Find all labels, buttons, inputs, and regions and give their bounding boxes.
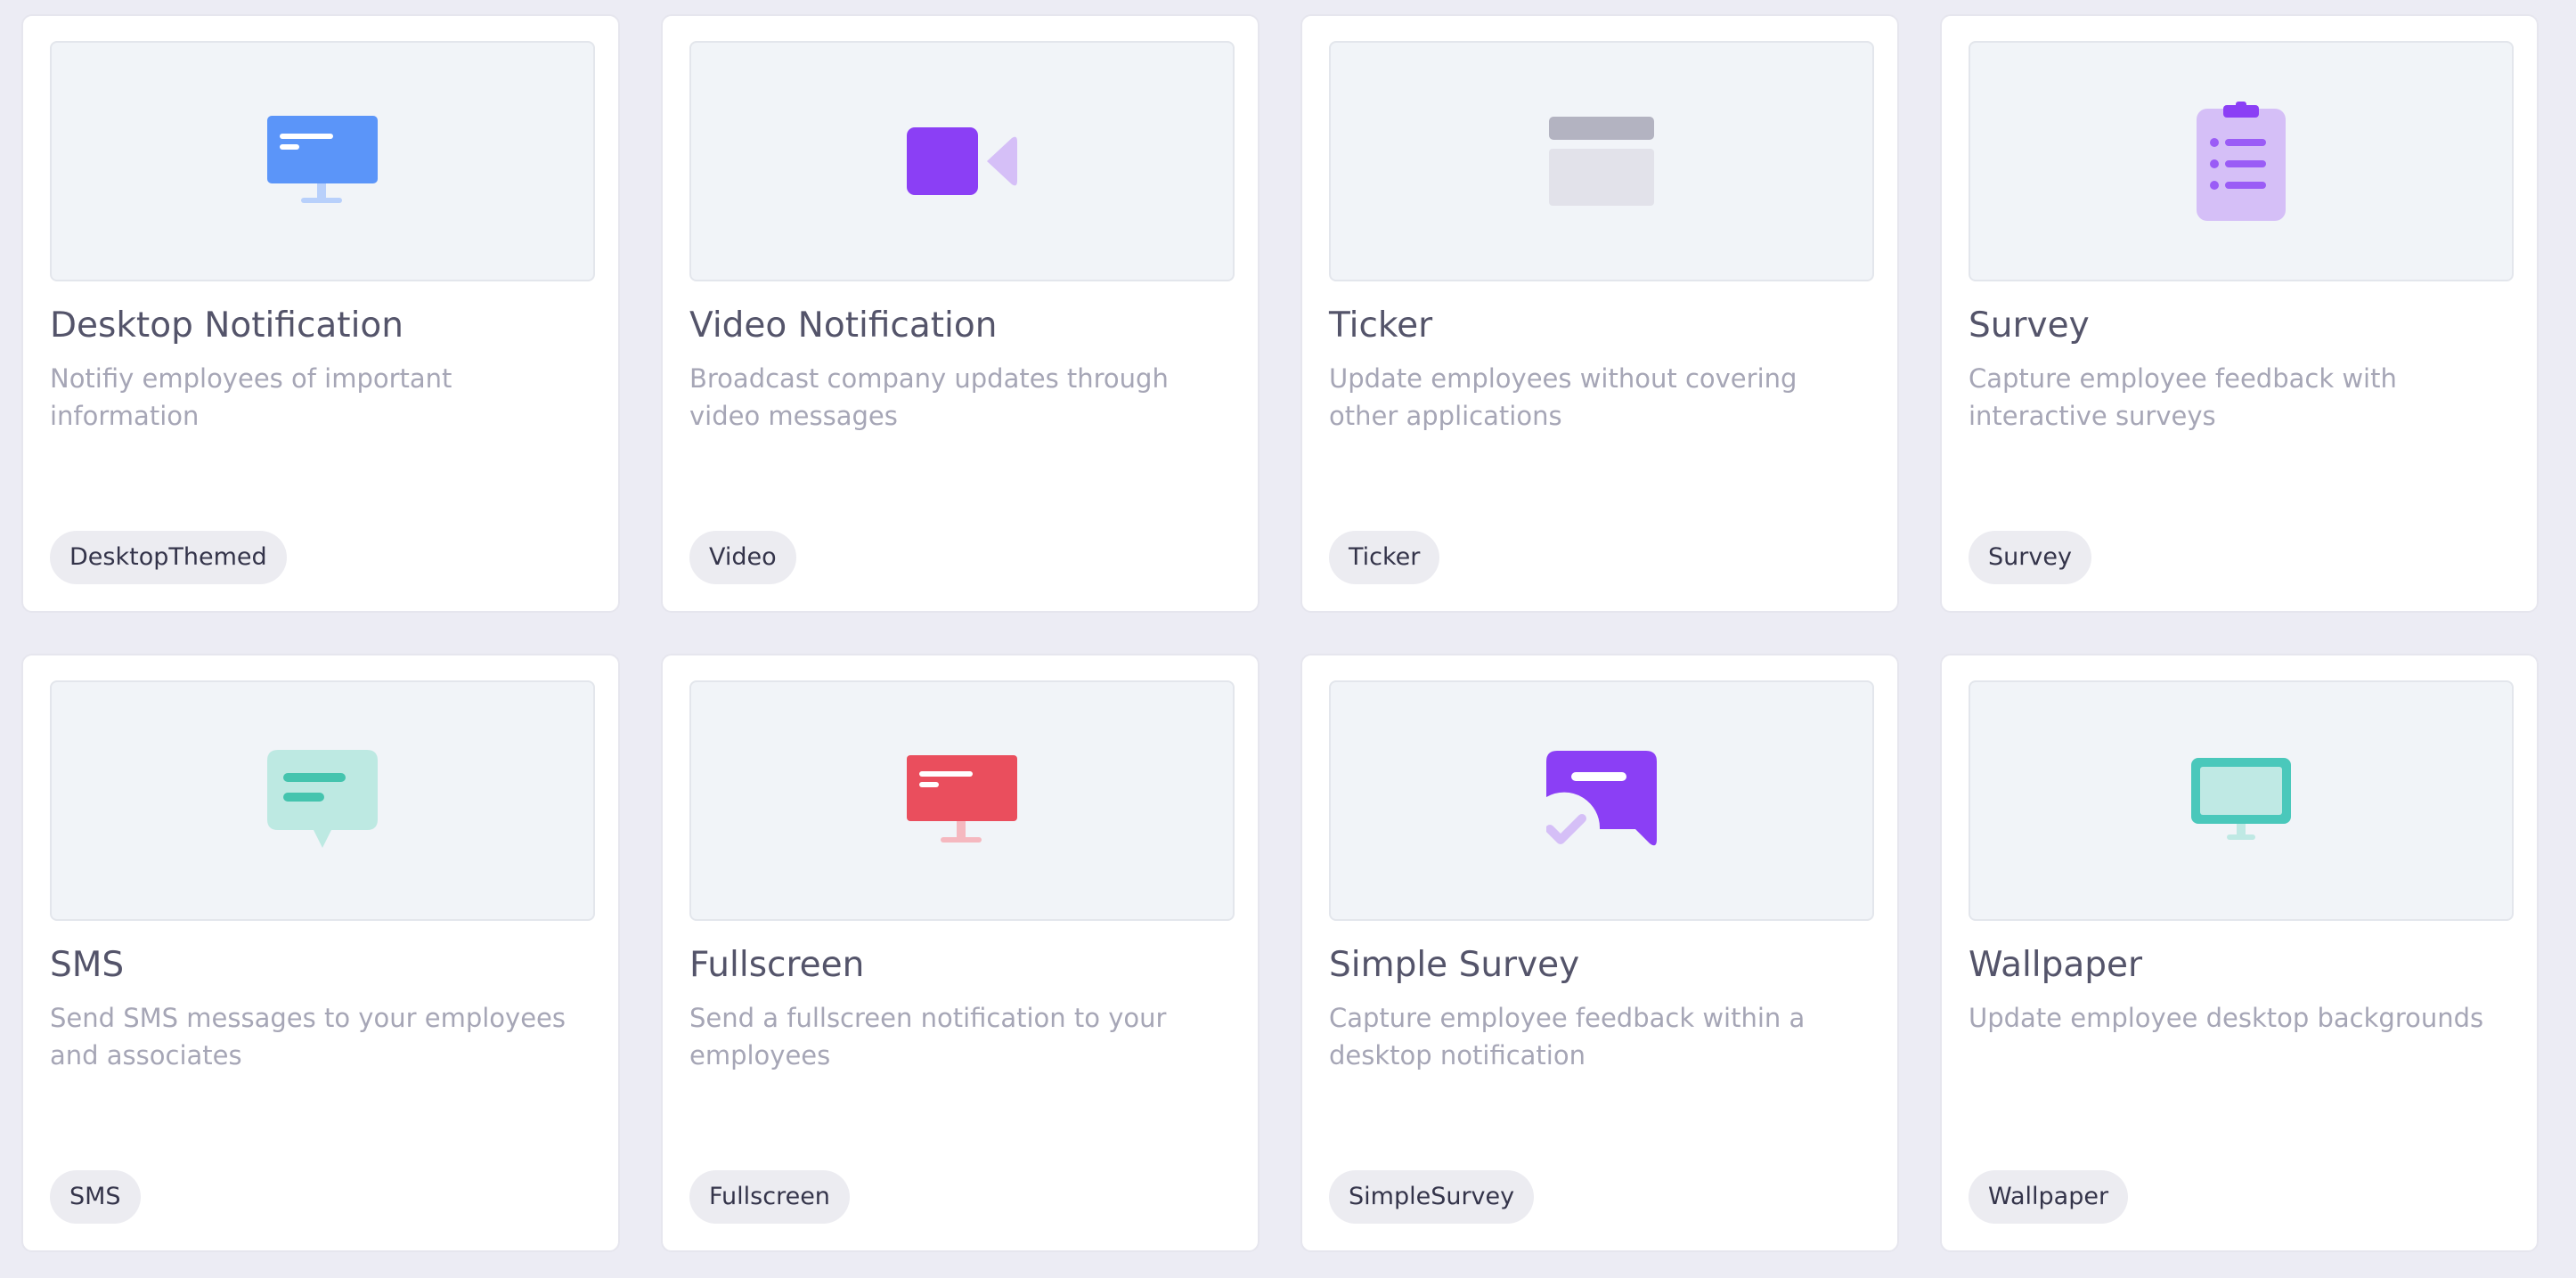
card-simple-survey[interactable]: Simple Survey Capture employee feedback … bbox=[1300, 654, 1899, 1252]
card-ticker[interactable]: Ticker Update employees without covering… bbox=[1300, 14, 1899, 613]
card-sms[interactable]: SMS Send SMS messages to your employees … bbox=[21, 654, 620, 1252]
card-wallpaper[interactable]: Wallpaper Update employee desktop backgr… bbox=[1940, 654, 2539, 1252]
clipboard-icon bbox=[2197, 102, 2286, 221]
notification-type-grid: Desktop Notification Notifiy employees o… bbox=[21, 14, 2539, 1252]
card-desktop-notification[interactable]: Desktop Notification Notifiy employees o… bbox=[21, 14, 620, 613]
card-preview bbox=[1329, 680, 1874, 921]
card-preview bbox=[689, 41, 1235, 281]
card-tag: SimpleSurvey bbox=[1329, 1170, 1535, 1224]
fullscreen-monitor-icon bbox=[907, 755, 1017, 846]
card-preview bbox=[1969, 41, 2514, 281]
desktop-monitor-icon bbox=[267, 116, 378, 207]
card-title: Fullscreen bbox=[689, 945, 865, 985]
card-preview bbox=[689, 680, 1235, 921]
card-description: Update employees without covering other … bbox=[1329, 363, 1797, 431]
card-title: Survey bbox=[1969, 305, 2090, 346]
ticker-icon bbox=[1549, 117, 1654, 206]
card-preview bbox=[1969, 680, 2514, 921]
card-tag: Fullscreen bbox=[689, 1170, 850, 1224]
card-title: Wallpaper bbox=[1969, 945, 2143, 985]
card-tag: Ticker bbox=[1329, 531, 1440, 584]
video-camera-icon bbox=[907, 127, 1017, 195]
card-tag: Wallpaper bbox=[1969, 1170, 2129, 1224]
wallpaper-monitor-icon bbox=[2191, 758, 2291, 843]
card-description: Update employee desktop backgrounds bbox=[1969, 1003, 2484, 1033]
card-video-notification[interactable]: Video Notification Broadcast company upd… bbox=[661, 14, 1259, 613]
card-description: Broadcast company updates through video … bbox=[689, 363, 1169, 431]
chat-bubble-icon bbox=[267, 750, 378, 851]
survey-check-icon bbox=[1546, 751, 1657, 851]
card-description: Notifiy employees of important informati… bbox=[50, 363, 452, 431]
card-description: Send a fullscreen notification to your e… bbox=[689, 1003, 1167, 1070]
card-tag: SMS bbox=[50, 1170, 141, 1224]
card-preview bbox=[50, 680, 595, 921]
card-description: Send SMS messages to your employees and … bbox=[50, 1003, 566, 1070]
card-title: Desktop Notification bbox=[50, 305, 404, 346]
card-title: Video Notification bbox=[689, 305, 998, 346]
card-title: SMS bbox=[50, 945, 125, 985]
card-preview bbox=[50, 41, 595, 281]
card-tag: Survey bbox=[1969, 531, 2091, 584]
card-tag: DesktopThemed bbox=[50, 531, 287, 584]
card-survey[interactable]: Survey Capture employee feedback with in… bbox=[1940, 14, 2539, 613]
card-description: Capture employee feedback within a deskt… bbox=[1329, 1003, 1806, 1070]
card-title: Simple Survey bbox=[1329, 945, 1580, 985]
card-title: Ticker bbox=[1329, 305, 1433, 346]
card-description: Capture employee feedback with interacti… bbox=[1969, 363, 2397, 431]
card-preview bbox=[1329, 41, 1874, 281]
card-tag: Video bbox=[689, 531, 796, 584]
card-fullscreen[interactable]: Fullscreen Send a fullscreen notificatio… bbox=[661, 654, 1259, 1252]
